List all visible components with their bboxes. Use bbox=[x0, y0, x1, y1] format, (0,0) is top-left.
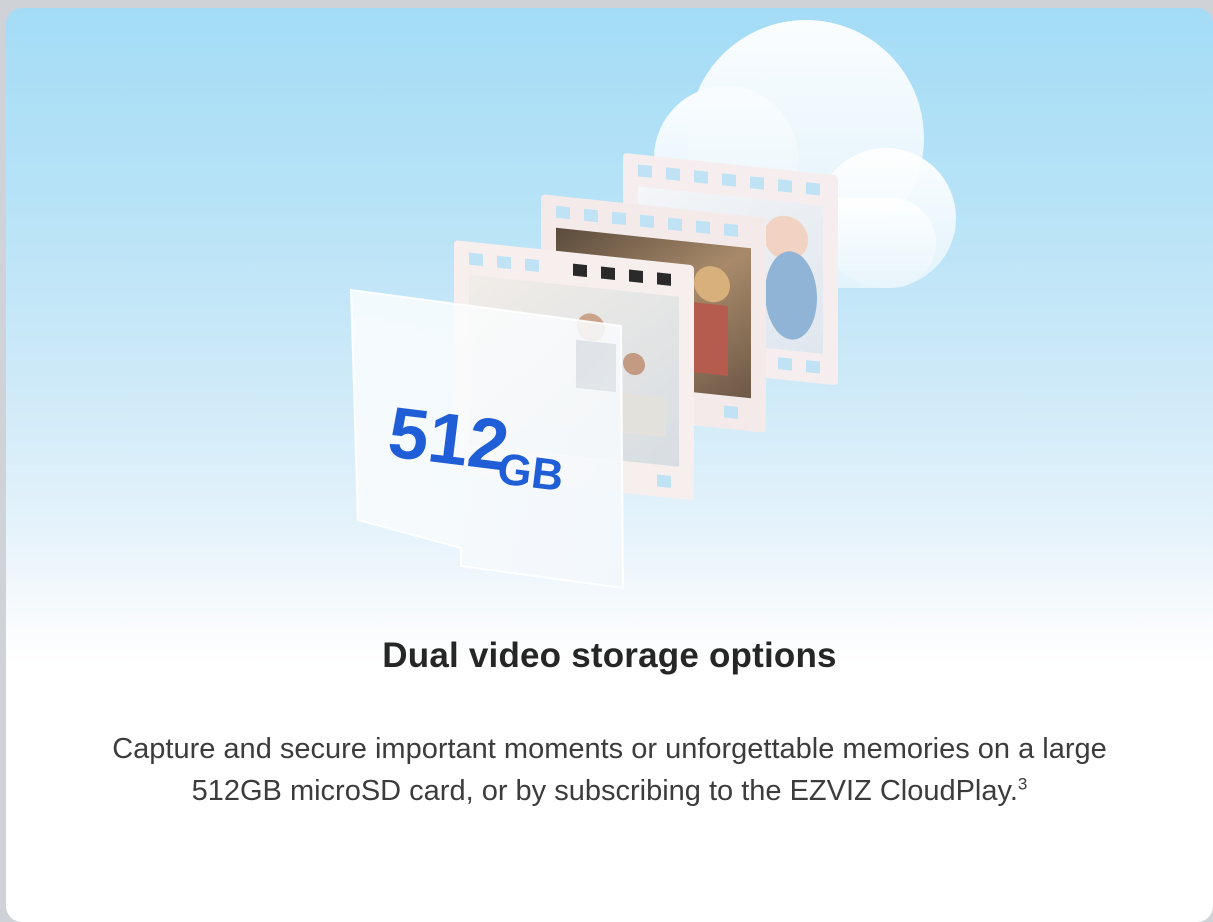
sd-capacity-unit: GB bbox=[495, 444, 566, 501]
feature-card: 512 GB Dual video storage options Captur… bbox=[6, 8, 1213, 922]
feature-description-text: Capture and secure important moments or … bbox=[112, 733, 1107, 807]
storage-illustration: 512 GB bbox=[349, 20, 956, 590]
feature-title: Dual video storage options bbox=[382, 636, 837, 675]
sd-capacity-number: 512 bbox=[384, 392, 513, 486]
footnote-marker[interactable]: 3 bbox=[1018, 774, 1027, 793]
feature-description: Capture and secure important moments or … bbox=[106, 728, 1113, 812]
microsd-card-icon: 512 GB bbox=[349, 288, 625, 590]
